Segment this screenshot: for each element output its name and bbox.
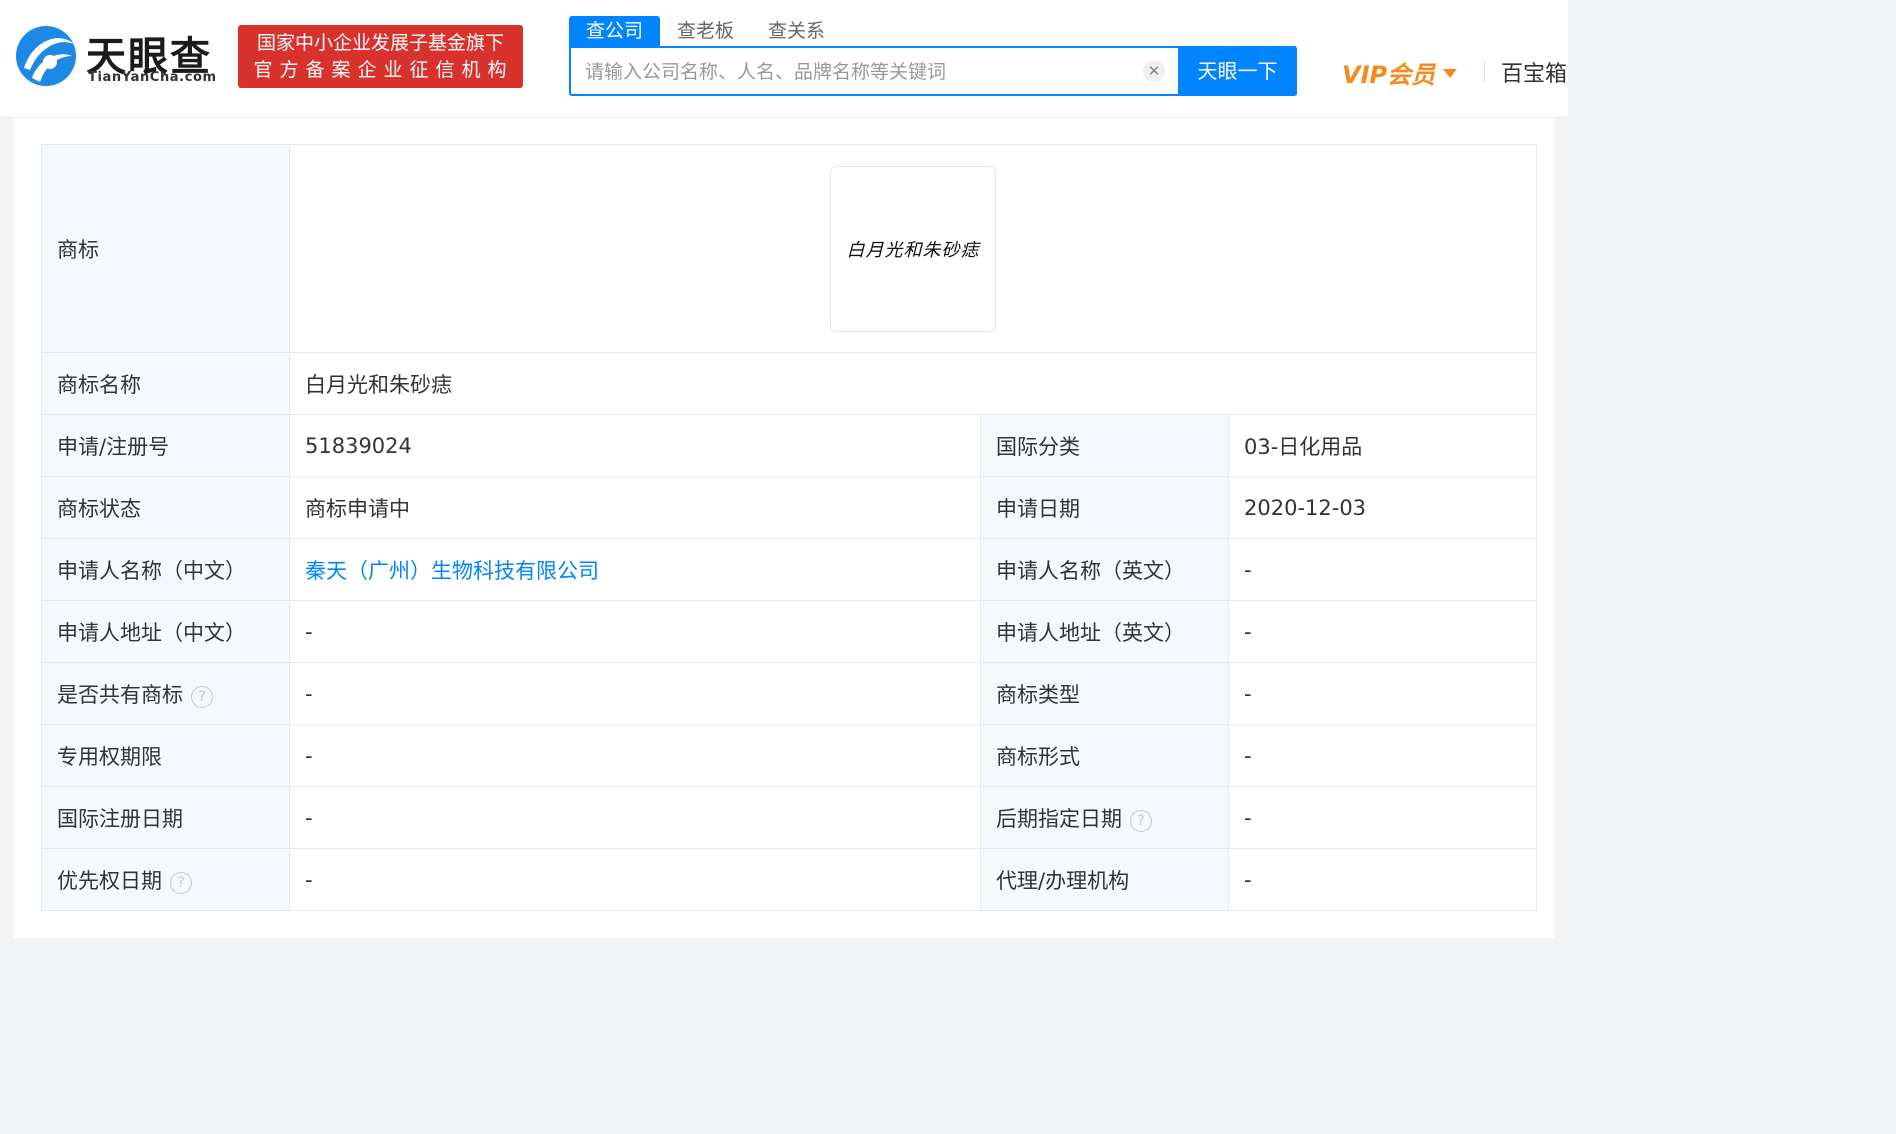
table-row: 国际注册日期 - 后期指定日期? -	[41, 786, 1538, 849]
row-value: -	[289, 662, 981, 725]
row-label: 申请人名称（英文）	[980, 538, 1229, 601]
tianyancha-eye-icon	[16, 26, 76, 86]
applicant-company-link[interactable]: 秦天（广州）生物科技有限公司	[305, 559, 599, 583]
row-label: 商标状态	[41, 476, 290, 539]
table-row: 申请人名称（中文） 秦天（广州）生物科技有限公司 申请人名称（英文） -	[41, 538, 1538, 601]
row-value: 白月光和朱砂痣	[288, 352, 1538, 415]
row-value: -	[289, 600, 981, 663]
top-header: 天眼查 TianYanCha.com 国家中小企业发展子基金旗下 官方备案企业征…	[0, 0, 1568, 118]
table-row: 申请/注册号 51839024 国际分类 03-日化用品	[41, 414, 1538, 477]
row-value: 商标申请中	[289, 476, 981, 539]
row-value: -	[1227, 786, 1538, 849]
caret-down-icon	[1443, 68, 1458, 78]
help-icon[interactable]: ?	[1130, 809, 1152, 832]
row-label-cell: 是否共有商标?	[41, 662, 290, 725]
row-label: 专用权期限	[41, 724, 290, 787]
search-box: ✕ 天眼一下	[569, 46, 1297, 96]
row-value: 03-日化用品	[1227, 414, 1538, 477]
row-label: 商标名称	[41, 352, 290, 415]
logo-text-en: TianYanCha.com	[88, 70, 217, 85]
row-value: -	[1227, 538, 1538, 601]
row-value: -	[289, 724, 981, 787]
search-button[interactable]: 天眼一下	[1178, 46, 1297, 96]
gov-badge-line1: 国家中小企业发展子基金旗下	[256, 32, 504, 54]
gov-badge-line2: 官方备案企业征信机构	[253, 59, 514, 81]
row-value: -	[289, 786, 981, 849]
row-label: 国际注册日期	[41, 786, 290, 849]
trademark-image[interactable]: 白月光和朱砂痣	[830, 165, 997, 332]
tab-search-relation[interactable]: 查关系	[751, 16, 842, 46]
trademark-detail-table: 商标 白月光和朱砂痣 商标名称 白月光和朱砂痣 申请/注册号 51839024 …	[41, 144, 1538, 911]
vip-label: VIP会员	[1342, 61, 1436, 89]
table-row: 商标名称 白月光和朱砂痣	[41, 352, 1538, 415]
help-icon[interactable]: ?	[191, 685, 213, 708]
table-row: 优先权日期? - 代理/办理机构 -	[41, 848, 1538, 911]
row-value: -	[1227, 724, 1538, 787]
trademark-detail-panel: 商标 白月光和朱砂痣 商标名称 白月光和朱砂痣 申请/注册号 51839024 …	[14, 118, 1554, 938]
table-row: 是否共有商标? - 商标类型 -	[41, 662, 1538, 725]
trademark-logo-cell: 白月光和朱砂痣	[288, 144, 1538, 353]
tab-search-boss[interactable]: 查老板	[660, 16, 751, 46]
header-divider	[1484, 60, 1485, 82]
table-row: 商标状态 商标申请中 申请日期 2020-12-03	[41, 476, 1538, 539]
row-label: 商标形式	[980, 724, 1229, 787]
row-label: 申请日期	[980, 476, 1229, 539]
row-value: -	[1227, 662, 1538, 725]
applicant-cell: 秦天（广州）生物科技有限公司	[289, 538, 981, 601]
table-row: 商标 白月光和朱砂痣	[41, 144, 1538, 353]
vip-member-menu[interactable]: VIP会员	[1342, 55, 1458, 89]
baobox-menu[interactable]: 百宝箱	[1501, 56, 1567, 88]
row-value: -	[1227, 600, 1538, 663]
row-label-cell: 优先权日期?	[41, 848, 290, 911]
row-label: 后期指定日期	[996, 806, 1122, 831]
trademark-image-text: 白月光和朱砂痣	[846, 239, 980, 261]
row-label: 申请人名称（中文）	[41, 538, 290, 601]
row-label: 商标类型	[980, 662, 1229, 725]
search-input[interactable]	[571, 48, 1147, 96]
close-icon[interactable]: ✕	[1143, 60, 1165, 82]
trademark-logo-label: 商标	[41, 144, 290, 353]
row-label: 申请人地址（英文）	[980, 600, 1229, 663]
row-label: 优先权日期	[57, 868, 162, 893]
row-label: 国际分类	[980, 414, 1229, 477]
row-label: 申请人地址（中文）	[41, 600, 290, 663]
row-label-cell: 后期指定日期?	[980, 786, 1229, 849]
row-label: 是否共有商标	[57, 682, 183, 707]
help-icon[interactable]: ?	[170, 871, 192, 894]
table-row: 申请人地址（中文） - 申请人地址（英文） -	[41, 600, 1538, 663]
row-label: 代理/办理机构	[980, 848, 1229, 911]
gov-fund-badge: 国家中小企业发展子基金旗下 官方备案企业征信机构	[238, 25, 523, 88]
row-value: -	[289, 848, 981, 911]
row-value: 2020-12-03	[1227, 476, 1538, 539]
tab-search-company[interactable]: 查公司	[569, 16, 660, 46]
tianyancha-logo[interactable]: 天眼查 TianYanCha.com	[14, 22, 224, 92]
row-value: 51839024	[289, 414, 981, 477]
row-label: 申请/注册号	[41, 414, 290, 477]
table-row: 专用权期限 - 商标形式 -	[41, 724, 1538, 787]
row-value: -	[1227, 848, 1538, 911]
